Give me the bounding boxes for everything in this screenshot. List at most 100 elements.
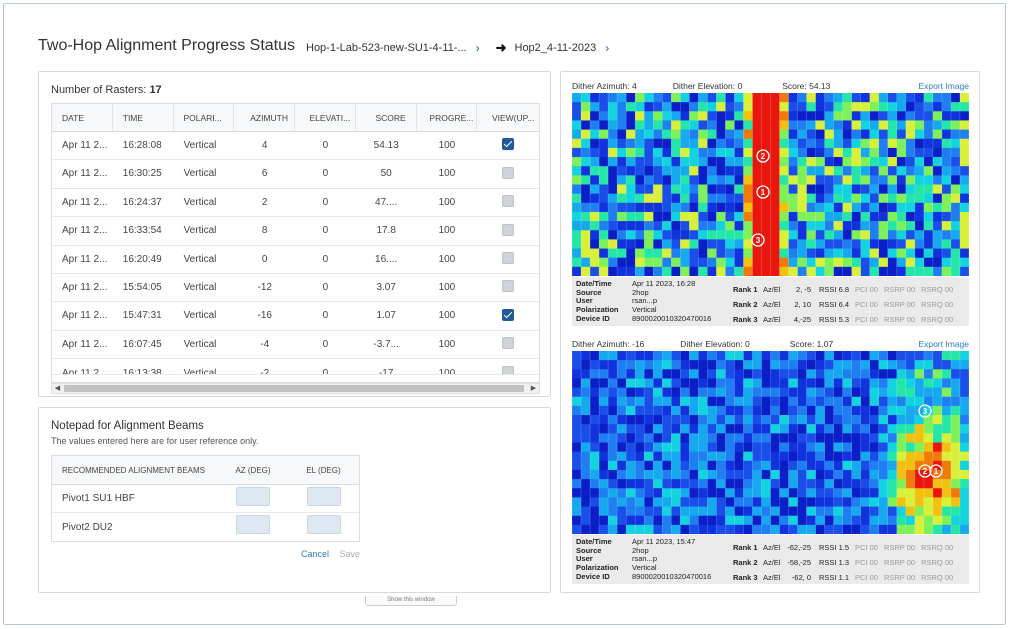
heatmap-cell — [851, 415, 862, 425]
el-input[interactable] — [306, 515, 341, 534]
heatmap-cell — [905, 166, 916, 176]
scroll-right-icon[interactable]: ▶ — [528, 384, 539, 393]
heatmap-cell — [878, 515, 889, 526]
heatmap-cell — [914, 157, 925, 167]
chevron-right-icon[interactable]: › — [476, 41, 480, 55]
export-image-link[interactable]: Export Image — [918, 81, 969, 91]
heatmap-cell — [653, 405, 663, 416]
view-checkbox[interactable] — [502, 195, 515, 208]
breadcrumb-hop1[interactable]: Hop-1-Lab-523-new-SU1-4-11-... — [306, 42, 467, 54]
heatmap-cell — [734, 266, 744, 276]
heatmap-cell — [743, 433, 753, 443]
table-row[interactable]: Apr 11 2... 16:13:38 Vertical -2 0 -17 100 — [52, 359, 539, 376]
export-image-link[interactable]: Export Image — [918, 339, 969, 349]
heatmap-cell — [599, 479, 609, 489]
heatmap-cell — [950, 451, 961, 462]
heatmap-cell — [743, 415, 753, 425]
heatmap-cell — [644, 211, 654, 222]
heatmap-cell — [653, 506, 663, 517]
heatmap-cell — [959, 202, 969, 213]
heatmap-cell — [662, 405, 672, 416]
view-checkbox[interactable] — [502, 308, 515, 321]
heatmap-cell — [599, 230, 609, 240]
heatmap-cell — [842, 415, 853, 425]
scrollbar-thumb[interactable] — [64, 385, 524, 392]
view-checkbox[interactable] — [502, 223, 515, 236]
heatmap-cell — [797, 351, 807, 361]
heatmap-cell — [608, 221, 618, 231]
cell-progress: 100 — [438, 310, 456, 322]
heatmap-cell — [806, 479, 817, 489]
heatmap-cell — [905, 360, 916, 370]
column-header-time[interactable]: TIME — [113, 104, 174, 131]
heatmap-cell — [725, 479, 735, 489]
table-row[interactable]: Apr 11 2... 16:30:25 Vertical 6 0 50 100 — [52, 160, 539, 189]
heatmap-cell — [626, 157, 636, 167]
table-row[interactable]: Apr 11 2... 16:20:49 Vertical 0 0 16.... 100 — [52, 246, 539, 274]
view-checkbox[interactable] — [502, 166, 515, 179]
save-button[interactable]: Save — [340, 549, 361, 559]
table-row[interactable]: Apr 11 2... 15:54:05 Vertical -12 0 3.07 100 — [52, 274, 539, 303]
column-header-elevation[interactable]: ELEVATI... — [295, 104, 356, 131]
column-header-polarization[interactable]: POLARI... — [174, 104, 235, 131]
heatmap-cell — [824, 451, 835, 462]
heatmap-cell — [653, 166, 663, 176]
heatmap-cell — [788, 239, 798, 249]
heatmap-cell — [743, 360, 753, 370]
heatmap-cell — [770, 129, 780, 140]
heatmap-cell — [914, 369, 925, 379]
heatmap-cell — [914, 433, 925, 443]
cancel-button[interactable]: Cancel — [301, 549, 329, 559]
heatmap-cell — [626, 193, 636, 204]
column-header-view[interactable]: VIEW(UP... — [477, 104, 539, 131]
column-header-date[interactable]: DATE — [52, 104, 113, 131]
breadcrumb-hop2[interactable]: Hop2_4-11-2023 — [515, 42, 597, 54]
table-row[interactable]: Apr 11 2... 16:07:45 Vertical -4 0 -3.7... 100 — [52, 331, 539, 360]
heatmap-cell — [689, 396, 699, 407]
column-header-progress[interactable]: PROGRE... — [417, 104, 478, 131]
table-row[interactable]: Apr 11 2... 16:33:54 Vertical 8 0 17.8 100 — [52, 217, 539, 246]
view-checkbox[interactable] — [502, 251, 515, 264]
heatmap-cell — [923, 378, 934, 388]
heatmap-cell — [788, 138, 798, 149]
az-input[interactable] — [236, 515, 270, 534]
view-checkbox[interactable] — [502, 280, 515, 293]
heatmap-cell — [608, 469, 618, 480]
column-header-azimuth[interactable]: AZIMUTH — [234, 104, 295, 131]
heatmap-cell — [905, 202, 916, 213]
el-input[interactable] — [306, 486, 341, 506]
heatmap-cell — [707, 239, 717, 249]
az-input[interactable] — [236, 486, 270, 506]
svg-text:3: 3 — [923, 407, 928, 416]
heatmap-cell — [590, 424, 600, 434]
view-checkbox[interactable] — [502, 337, 515, 350]
heatmap-cell — [770, 193, 780, 204]
table-row[interactable]: Apr 11 2... 16:28:08 Vertical 4 0 54.13 100 — [52, 132, 539, 161]
horizontal-scrollbar[interactable]: ◀ ▶ — [51, 383, 540, 394]
heatmap-cell — [860, 460, 871, 471]
rssi-value: RSSI 1.1 — [819, 573, 850, 582]
view-checkbox[interactable] — [502, 138, 515, 151]
heatmap-cell — [617, 175, 627, 185]
heatmap-cell — [842, 211, 853, 222]
heatmap-cell — [680, 469, 690, 480]
heatmap-cell — [761, 396, 771, 407]
scroll-left-icon[interactable]: ◀ — [52, 384, 63, 393]
heatmap-cell — [932, 93, 943, 103]
heatmap-cell — [680, 230, 690, 240]
heatmap-cell — [590, 175, 600, 185]
heatmap-cell — [788, 524, 798, 534]
heatmap-cell — [644, 515, 654, 526]
view-checkbox[interactable] — [502, 366, 515, 375]
heatmap-cell — [698, 378, 708, 388]
heatmap-cell — [572, 515, 582, 526]
table-row[interactable]: Apr 11 2... 15:47:31 Vertical -16 0 1.07 100 — [52, 302, 539, 331]
heatmap-cell — [635, 506, 645, 517]
table-row[interactable]: Apr 11 2... 16:24:37 Vertical 2 0 47.... 100 — [52, 189, 539, 218]
heatmap-cell — [752, 266, 762, 276]
rsrp-value: RSRP 00 — [883, 558, 916, 567]
chevron-right-icon[interactable]: › — [605, 41, 609, 55]
show-window-tab[interactable]: Show this window — [365, 596, 457, 606]
column-header-score[interactable]: SCORE — [356, 104, 417, 131]
heatmap-cell — [959, 157, 969, 167]
